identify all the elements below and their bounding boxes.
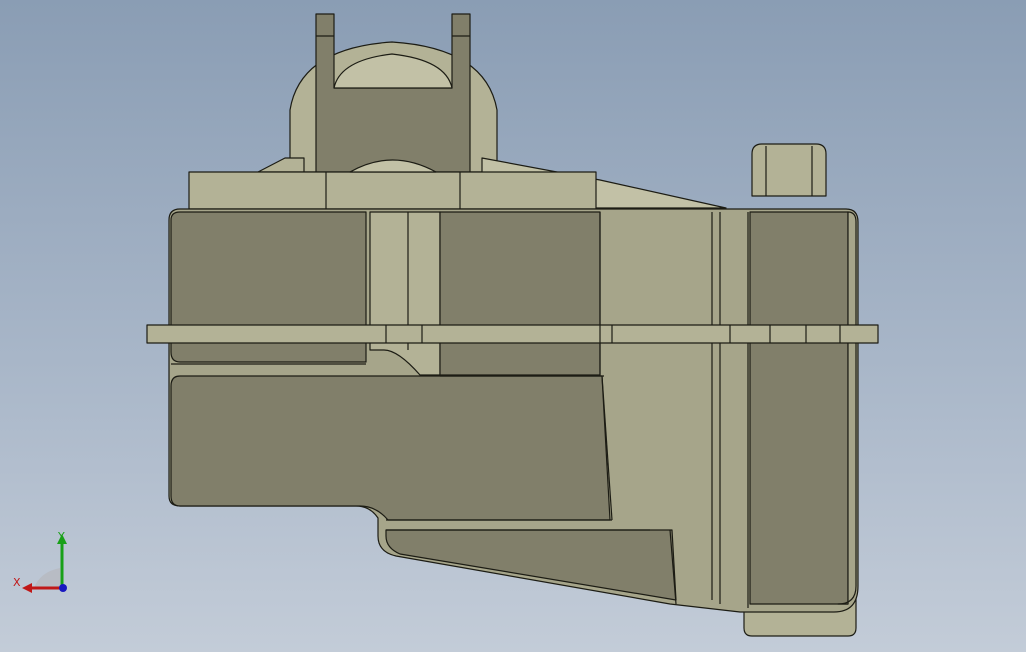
upper-middle-face[interactable]: [439, 211, 601, 376]
vertical-channel[interactable]: [369, 211, 441, 376]
3d-model-view[interactable]: [0, 0, 1026, 652]
x-arrow-head: [22, 583, 32, 593]
y-axis-label: Y: [57, 530, 65, 543]
top-fork[interactable]: [315, 13, 471, 173]
lower-step-face[interactable]: [385, 529, 677, 601]
flange-rib[interactable]: [146, 324, 879, 344]
top-plate[interactable]: [188, 171, 597, 210]
left-strut: [257, 157, 305, 173]
view-orientation-triad[interactable]: Y X: [10, 528, 80, 598]
lower-left-face[interactable]: [170, 375, 611, 521]
right-panel-face[interactable]: [749, 211, 849, 605]
triad-plane: [34, 568, 60, 588]
top-right-boss[interactable]: [751, 143, 827, 197]
graphics-viewport[interactable]: Y X: [0, 0, 1026, 652]
z-axis-dot: [59, 584, 67, 592]
x-axis-label: X: [13, 576, 21, 589]
